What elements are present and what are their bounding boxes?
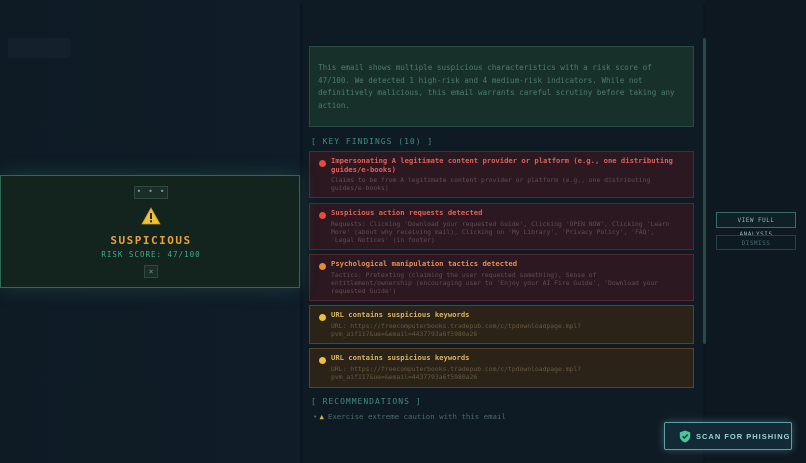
result-popup: • • • SUSPICIOUS RISK SCORE: 47/100 × [0,175,300,288]
scan-for-phishing-button[interactable]: SCAN FOR PHISHING [664,422,792,450]
view-full-analysis-button[interactable]: VIEW FULL ANALYSIS [716,212,796,238]
risk-summary: This email shows multiple suspicious cha… [309,46,694,127]
close-icon[interactable]: × [144,265,158,278]
finding-card: URL contains suspicious keywords URL: ht… [309,305,694,344]
finding-card: URL contains suspicious keywords URL: ht… [309,348,694,388]
finding-description: URL: https://freecomputerbooks.tradepub.… [331,365,582,382]
finding-title: URL contains suspicious keywords [331,353,470,362]
key-findings-heading: [ KEY FINDINGS (10) ] [311,137,434,146]
more-dots-icon[interactable]: • • • [134,186,168,199]
background-logo [8,38,70,58]
recommendations-heading: [ RECOMMENDATIONS ] [311,397,422,406]
finding-description: Claims to be from A legitimate content p… [331,176,651,193]
recommendation-item: • ▲ Exercise extreme caution with this ema… [313,412,506,421]
finding-card: Psychological manipulation tactics detec… [309,254,694,301]
severity-medium-icon [319,263,326,270]
finding-card: Suspicious action requests detected Requ… [309,203,694,250]
status-label: SUSPICIOUS [110,234,192,247]
warning-triangle-icon: ▲ [319,412,324,421]
finding-description: Tactics: Pretexting (claiming the user r… [331,271,659,296]
warning-triangle-icon [141,207,161,225]
severity-high-icon [319,212,326,219]
finding-title: Psychological manipulation tactics detec… [331,259,518,268]
finding-title: Suspicious action requests detected [331,208,483,217]
finding-card: Impersonating A legitimate content provi… [309,151,694,198]
finding-description: Requests: Clicking 'Download your reques… [331,220,670,245]
severity-high-icon [319,160,326,167]
risk-score: RISK SCORE: 47/100 [101,250,201,259]
severity-low-icon [319,314,326,321]
dismiss-button[interactable]: DISMISS [716,235,796,250]
finding-title: Impersonating A legitimate content provi… [331,156,673,174]
finding-description: URL: https://freecomputerbooks.tradepub.… [331,322,582,339]
scan-button-label: SCAN FOR PHISHING [696,432,791,441]
shield-icon [679,430,691,443]
finding-title: URL contains suspicious keywords [331,310,470,319]
recommendation-text: Exercise extreme caution with this email [327,412,506,421]
severity-low-icon [319,357,326,364]
report-scrollbar[interactable] [703,38,706,344]
